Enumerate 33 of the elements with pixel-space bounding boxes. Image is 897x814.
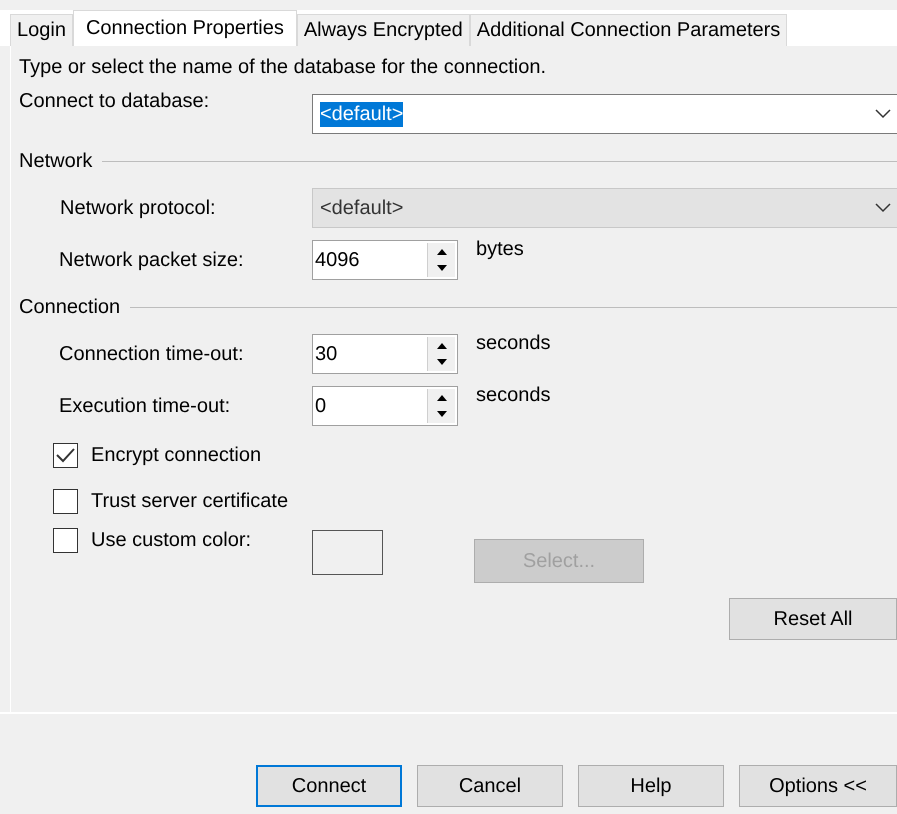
checkbox[interactable] (53, 488, 78, 514)
dialog-button[interactable]: Help (578, 765, 724, 807)
checkbox-label[interactable]: Trust server certificate (91, 490, 288, 512)
checkbox[interactable] (53, 528, 78, 553)
dialog-button[interactable]: Connect (256, 765, 402, 807)
unit-label: seconds (476, 332, 550, 355)
tab[interactable]: Login (10, 14, 73, 46)
field-label: Network packet size: (59, 248, 245, 272)
dialog-button[interactable]: Options << (739, 765, 897, 807)
number-spinner[interactable]: 0 (312, 386, 458, 426)
tab[interactable]: Always Encrypted (296, 14, 470, 46)
checkbox[interactable] (53, 442, 78, 468)
database-combobox[interactable]: <default> (312, 94, 897, 134)
tab[interactable]: Connection Properties (72, 10, 297, 46)
checkbox-label[interactable]: Use custom color: (91, 529, 252, 552)
field-label: Execution time-out: (59, 394, 232, 418)
group-title: Connection (19, 296, 120, 318)
checkmark-icon (56, 448, 75, 462)
group-title: Network (19, 150, 92, 172)
chevron-down-icon[interactable] (875, 109, 891, 119)
reset-all-button[interactable]: Reset All (729, 598, 897, 640)
tab[interactable]: Additional Connection Parameters (470, 14, 788, 46)
field-label: Connection time-out: (59, 342, 245, 366)
color-swatch (312, 530, 383, 574)
number-spinner[interactable]: 4096 (312, 240, 458, 280)
number-spinner[interactable]: 30 (312, 334, 458, 374)
description-text: Type or select the name of the database for the connection. (18, 56, 548, 80)
checkbox-label[interactable]: Encrypt connection (91, 444, 262, 466)
field-label: Connect to database: (19, 90, 210, 113)
unit-label: bytes (476, 238, 524, 261)
field-label: Network protocol: (60, 196, 217, 220)
dialog-button[interactable]: Cancel (417, 765, 563, 807)
unit-label: seconds (476, 384, 550, 407)
